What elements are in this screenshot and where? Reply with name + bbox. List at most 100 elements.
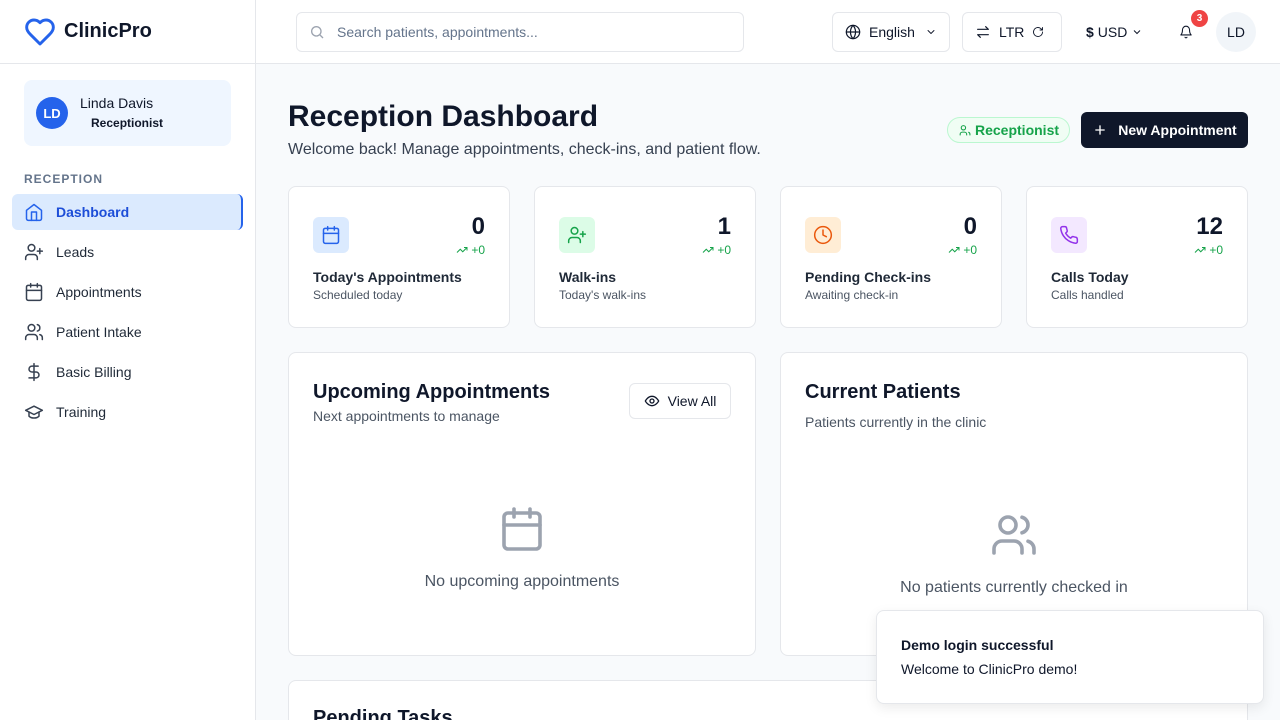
user-plus-icon [24, 243, 44, 261]
stat-icon-box [805, 217, 841, 253]
language-selector[interactable]: English [832, 12, 950, 52]
stat-trend-label: +0 [717, 243, 731, 257]
stat-subtitle: Today's walk-ins [559, 288, 646, 302]
stat-trend: +0 [456, 243, 485, 257]
graduation-cap-icon [24, 405, 44, 419]
stat-card-walk-ins: 1 +0 Walk-ins Today's walk-ins [534, 186, 756, 328]
user-name: Linda Davis [80, 94, 154, 111]
stat-icon-box [1051, 217, 1087, 253]
dollar-icon [28, 362, 40, 382]
user-role-badge: Receptionist [91, 115, 164, 130]
language-label: English [869, 24, 915, 40]
search-input[interactable] [337, 24, 717, 40]
sidebar-item-dashboard[interactable]: Dashboard [12, 194, 243, 230]
currency-label: USD [1097, 24, 1128, 40]
clock-icon [813, 225, 833, 245]
toast-message: Welcome to ClinicPro demo! [901, 661, 1078, 677]
direction-toggle[interactable]: LTR [962, 12, 1062, 52]
user-plus-icon [567, 226, 587, 244]
calendar-icon [502, 507, 542, 551]
user-icon [959, 124, 971, 135]
trending-up-icon [1194, 247, 1206, 253]
user-card: LD Linda Davis Receptionist [24, 80, 231, 146]
empty-state-text: No upcoming appointments [424, 573, 620, 590]
stat-card-pending-check-ins: 0 +0 Pending Check-ins Awaiting check-in [780, 186, 1002, 328]
stat-value: 0 [963, 213, 977, 240]
stat-title: Pending Check-ins [805, 269, 932, 285]
heart-icon [25, 18, 55, 45]
avatar: LD [36, 97, 68, 129]
sidebar: ClinicPro LD Linda Davis Receptionist RE… [0, 0, 256, 720]
stat-value: 1 [717, 213, 731, 240]
page-title: Reception Dashboard [288, 100, 599, 133]
trending-up-icon [456, 247, 468, 253]
stat-trend-label: +0 [963, 243, 977, 257]
sidebar-item-training[interactable]: Training [12, 394, 243, 430]
direction-label: LTR [999, 24, 1025, 40]
card-title: Upcoming Appointments [313, 381, 551, 403]
user-avatar-button[interactable]: LD [1216, 12, 1256, 52]
home-icon [25, 203, 43, 222]
new-appointment-button[interactable]: New Appointment [1081, 112, 1248, 148]
stat-value: 0 [471, 213, 485, 240]
card-title: Current Patients [805, 381, 961, 403]
role-badge: Receptionist [947, 117, 1071, 143]
stat-title: Calls Today [1051, 269, 1129, 285]
view-all-label: View All [667, 393, 717, 409]
stat-subtitle: Scheduled today [313, 288, 403, 302]
brand[interactable]: ClinicPro [0, 0, 255, 64]
sidebar-nav: Dashboard Leads Appointments Patient Int… [0, 194, 255, 430]
currency-symbol: $ [1086, 24, 1094, 40]
toast-notification[interactable]: Demo login successful Welcome to ClinicP… [876, 610, 1264, 704]
stat-title: Walk-ins [559, 269, 617, 285]
trending-up-icon [702, 247, 714, 253]
brand-name: ClinicPro [64, 20, 152, 42]
view-all-button[interactable]: View All [629, 383, 731, 419]
card-subtitle: Patients currently in the clinic [805, 414, 987, 430]
sidebar-item-label: Training [56, 404, 107, 420]
search-box[interactable] [296, 12, 744, 52]
sidebar-item-label: Leads [56, 244, 95, 260]
sidebar-item-basic-billing[interactable]: Basic Billing [12, 354, 243, 390]
upcoming-appointments-card: Upcoming Appointments Next appointments … [288, 352, 756, 656]
stat-card-appointments: 0 +0 Today's Appointments Scheduled toda… [288, 186, 510, 328]
stat-trend-label: +0 [1209, 243, 1223, 257]
sidebar-item-leads[interactable]: Leads [12, 234, 243, 270]
refresh-icon [1033, 27, 1044, 37]
calendar-icon [322, 225, 340, 245]
stat-trend-label: +0 [471, 243, 485, 257]
sidebar-item-label: Patient Intake [56, 324, 142, 340]
stat-trend: +0 [1194, 243, 1223, 257]
phone-icon [1060, 225, 1079, 244]
globe-icon [845, 24, 861, 40]
users-icon [24, 323, 44, 341]
sidebar-item-appointments[interactable]: Appointments [12, 274, 243, 310]
role-badge-label: Receptionist [975, 122, 1060, 138]
sidebar-item-label: Basic Billing [56, 364, 132, 380]
bell-icon[interactable] [1179, 25, 1193, 39]
chevron-down-icon [927, 30, 935, 34]
sidebar-item-patient-intake[interactable]: Patient Intake [12, 314, 243, 350]
card-subtitle: Next appointments to manage [313, 408, 500, 424]
new-appointment-label: New Appointment [1118, 122, 1237, 138]
currency-selector[interactable]: $ USD [1086, 24, 1143, 40]
stat-trend: +0 [948, 243, 977, 257]
empty-state-text: No patients currently checked in [900, 579, 1128, 596]
stat-icon-box [313, 217, 349, 253]
sidebar-item-label: Dashboard [56, 204, 130, 220]
stat-icon-box [559, 217, 595, 253]
top-header: English LTR $ USD 3 LD [256, 0, 1280, 64]
card-title: Pending Tasks [313, 707, 453, 720]
page-subtitle: Welcome back! Manage appointments, check… [288, 141, 761, 158]
stat-value: 12 [1196, 213, 1223, 240]
plus-icon [1095, 125, 1105, 135]
stat-subtitle: Awaiting check-in [805, 288, 899, 302]
stat-title: Today's Appointments [313, 269, 462, 285]
search-icon [311, 26, 324, 39]
eye-icon [644, 395, 660, 407]
toast-title: Demo login successful [901, 637, 1054, 653]
notification-badge: 3 [1191, 10, 1208, 27]
stat-trend: +0 [702, 243, 731, 257]
sidebar-item-label: Appointments [56, 284, 142, 300]
calendar-icon [25, 282, 43, 302]
